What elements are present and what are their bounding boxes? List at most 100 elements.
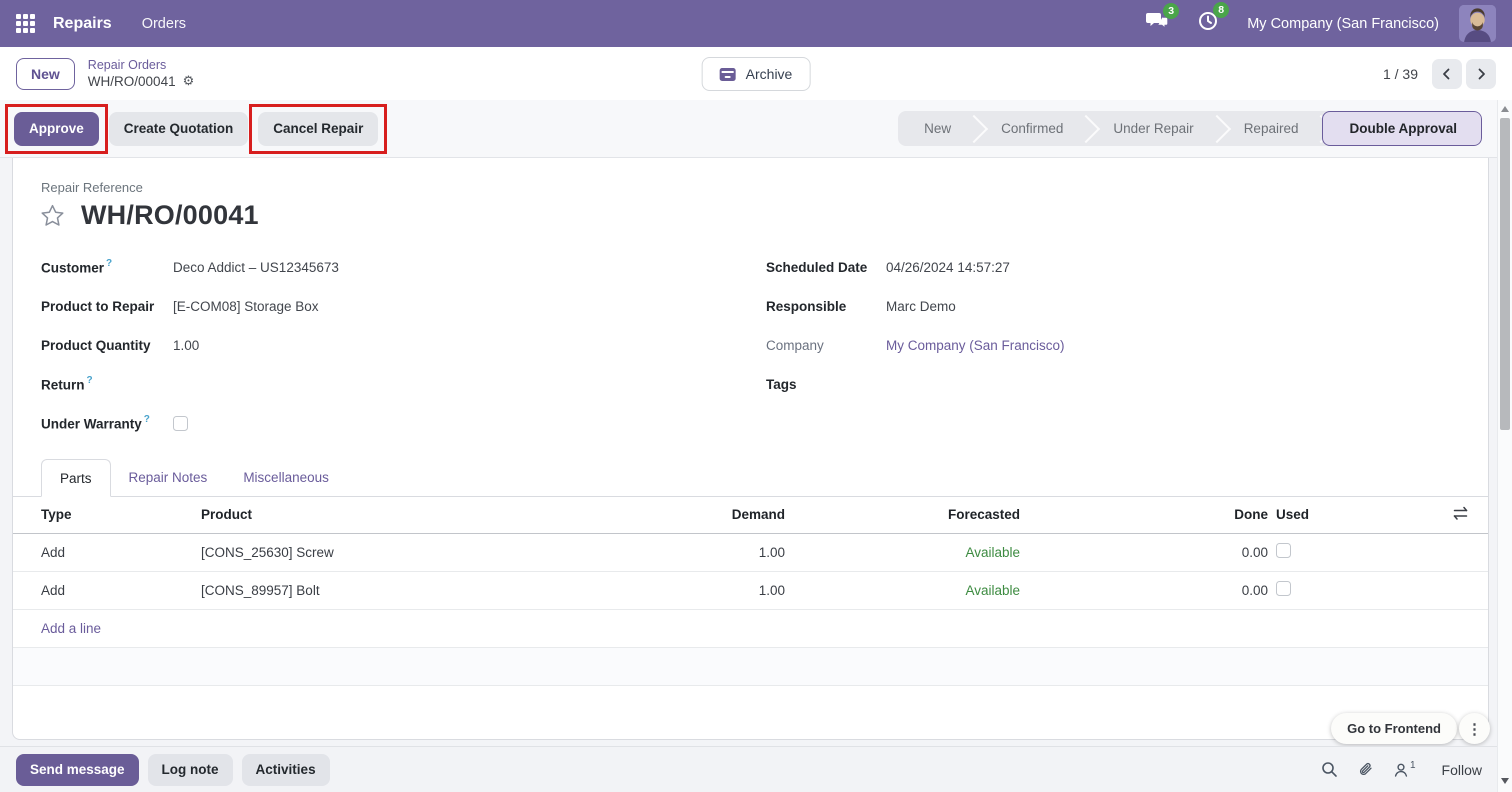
approve-button[interactable]: Approve xyxy=(14,112,99,146)
form-sheet: Repair Reference WH/RO/00041 Customer? D… xyxy=(12,158,1489,740)
log-note-button[interactable]: Log note xyxy=(148,754,233,786)
status-step-new[interactable]: New xyxy=(898,111,975,146)
field-product-quantity: Product Quantity 1.00 xyxy=(41,326,601,365)
under-warranty-checkbox[interactable] xyxy=(173,416,188,431)
optional-columns-header xyxy=(1324,497,1488,533)
attachments-paperclip-icon[interactable] xyxy=(1357,761,1374,778)
table-row[interactable]: Add [CONS_89957] Bolt 1.00 Available 0.0… xyxy=(13,571,1488,609)
fields-left-column: Customer? Deco Addict – US12345673 Produ… xyxy=(41,248,601,443)
favorite-star-icon[interactable] xyxy=(39,203,66,229)
field-under-warranty: Under Warranty? xyxy=(41,404,601,443)
activities-button-chatter[interactable]: Activities xyxy=(242,754,330,786)
nav-menu-orders[interactable]: Orders xyxy=(142,16,186,32)
field-label-under-warranty: Under Warranty? xyxy=(41,415,173,432)
field-responsible: Responsible Marc Demo xyxy=(766,287,1460,326)
field-value-responsible[interactable]: Marc Demo xyxy=(886,299,956,314)
archive-box-icon xyxy=(720,68,736,81)
chatter-icons: 1 xyxy=(1321,761,1416,778)
add-a-line-link[interactable]: Add a line xyxy=(13,609,1488,647)
annotation-box-approve: Approve xyxy=(14,112,99,146)
cell-demand[interactable]: 1.00 xyxy=(665,571,785,609)
messages-button[interactable]: 3 xyxy=(1145,11,1169,36)
used-checkbox[interactable] xyxy=(1276,581,1291,596)
archive-label: Archive xyxy=(746,66,793,82)
field-value-product-to-repair[interactable]: [E-COM08] Storage Box xyxy=(173,299,319,314)
company-switcher[interactable]: My Company (San Francisco) xyxy=(1247,16,1439,32)
tab-parts[interactable]: Parts xyxy=(41,459,111,497)
column-header-product[interactable]: Product xyxy=(185,497,665,533)
add-line-row: Add a line xyxy=(13,609,1488,647)
title-row: WH/RO/00041 xyxy=(39,200,259,231)
scrollbar-up-arrow[interactable] xyxy=(1501,106,1509,112)
cancel-repair-button[interactable]: Cancel Repair xyxy=(258,112,378,146)
help-icon: ? xyxy=(144,414,150,425)
help-icon: ? xyxy=(87,375,93,386)
optional-columns-icon[interactable] xyxy=(1453,508,1468,523)
activities-button[interactable]: 8 xyxy=(1197,10,1219,37)
cell-demand[interactable]: 1.00 xyxy=(665,533,785,571)
tab-miscellaneous[interactable]: Miscellaneous xyxy=(225,459,347,496)
used-checkbox[interactable] xyxy=(1276,543,1291,558)
follow-button[interactable]: Follow xyxy=(1442,762,1482,778)
status-step-under-repair[interactable]: Under Repair xyxy=(1087,111,1217,146)
scrollbar-down-arrow[interactable] xyxy=(1501,778,1509,784)
top-navbar: Repairs Orders 3 8 My Company (San Franc… xyxy=(0,0,1512,47)
status-step-double-approval[interactable]: Double Approval xyxy=(1322,111,1482,146)
cell-type[interactable]: Add xyxy=(13,533,185,571)
avatar-portrait xyxy=(1459,5,1496,42)
field-return: Return? xyxy=(41,365,601,404)
vertical-scrollbar[interactable] xyxy=(1497,100,1512,792)
new-button[interactable]: New xyxy=(16,58,75,90)
followers-icon[interactable]: 1 xyxy=(1393,762,1416,778)
app-name[interactable]: Repairs xyxy=(53,15,112,33)
parts-table: Type Product Demand Forecasted Done Used xyxy=(13,497,1488,686)
activities-badge: 8 xyxy=(1213,2,1229,18)
column-header-forecasted[interactable]: Forecasted xyxy=(785,497,1020,533)
column-header-used[interactable]: Used xyxy=(1268,497,1324,533)
column-header-demand[interactable]: Demand xyxy=(665,497,785,533)
messages-badge: 3 xyxy=(1163,3,1179,19)
gear-icon[interactable]: ⚙ xyxy=(183,73,195,90)
chevron-left-icon xyxy=(1440,67,1454,81)
column-header-done[interactable]: Done xyxy=(1020,497,1268,533)
status-step-confirmed[interactable]: Confirmed xyxy=(975,111,1087,146)
field-label-scheduled-date: Scheduled Date xyxy=(766,260,886,275)
field-value-company[interactable]: My Company (San Francisco) xyxy=(886,338,1065,353)
cell-done[interactable]: 0.00 xyxy=(1020,571,1268,609)
user-avatar[interactable] xyxy=(1459,5,1496,42)
create-quotation-button[interactable]: Create Quotation xyxy=(109,112,249,146)
form-fields: Customer? Deco Addict – US12345673 Produ… xyxy=(41,248,1460,443)
column-header-type[interactable]: Type xyxy=(13,497,185,533)
status-step-repaired[interactable]: Repaired xyxy=(1218,111,1323,146)
page-title[interactable]: WH/RO/00041 xyxy=(81,200,259,231)
control-panel: New Repair Orders WH/RO/00041 ⚙ Archive … xyxy=(0,47,1512,100)
search-messages-icon[interactable] xyxy=(1321,761,1338,778)
scrollbar-thumb[interactable] xyxy=(1500,118,1510,430)
tab-repair-notes[interactable]: Repair Notes xyxy=(111,459,226,496)
more-options-button[interactable]: ⋮ xyxy=(1459,713,1490,744)
breadcrumb-parent[interactable]: Repair Orders xyxy=(88,57,194,73)
help-icon: ? xyxy=(106,258,112,269)
field-value-customer[interactable]: Deco Addict – US12345673 xyxy=(173,260,339,275)
cell-done[interactable]: 0.00 xyxy=(1020,533,1268,571)
cell-product[interactable]: [CONS_25630] Screw xyxy=(185,533,665,571)
table-row[interactable]: Add [CONS_25630] Screw 1.00 Available 0.… xyxy=(13,533,1488,571)
send-message-button[interactable]: Send message xyxy=(16,754,139,786)
field-company: Company My Company (San Francisco) xyxy=(766,326,1460,365)
cell-type[interactable]: Add xyxy=(13,571,185,609)
field-customer: Customer? Deco Addict – US12345673 xyxy=(41,248,601,287)
chatter-bar: Send message Log note Activities 1 Follo… xyxy=(0,746,1512,792)
archive-button[interactable]: Archive xyxy=(702,57,811,91)
pager-previous-button[interactable] xyxy=(1432,59,1462,89)
field-tags: Tags xyxy=(766,365,1460,404)
field-value-scheduled-date[interactable]: 04/26/2024 14:57:27 xyxy=(886,260,1010,275)
apps-menu-icon[interactable] xyxy=(16,14,35,33)
field-value-product-quantity[interactable]: 1.00 xyxy=(173,338,199,353)
field-label-tags: Tags xyxy=(766,377,886,392)
cell-forecasted[interactable]: Available xyxy=(785,533,1020,571)
cell-forecasted[interactable]: Available xyxy=(785,571,1020,609)
pager-next-button[interactable] xyxy=(1466,59,1496,89)
go-to-frontend-button[interactable]: Go to Frontend xyxy=(1331,713,1457,744)
cell-product[interactable]: [CONS_89957] Bolt xyxy=(185,571,665,609)
field-label-company: Company xyxy=(766,338,886,353)
